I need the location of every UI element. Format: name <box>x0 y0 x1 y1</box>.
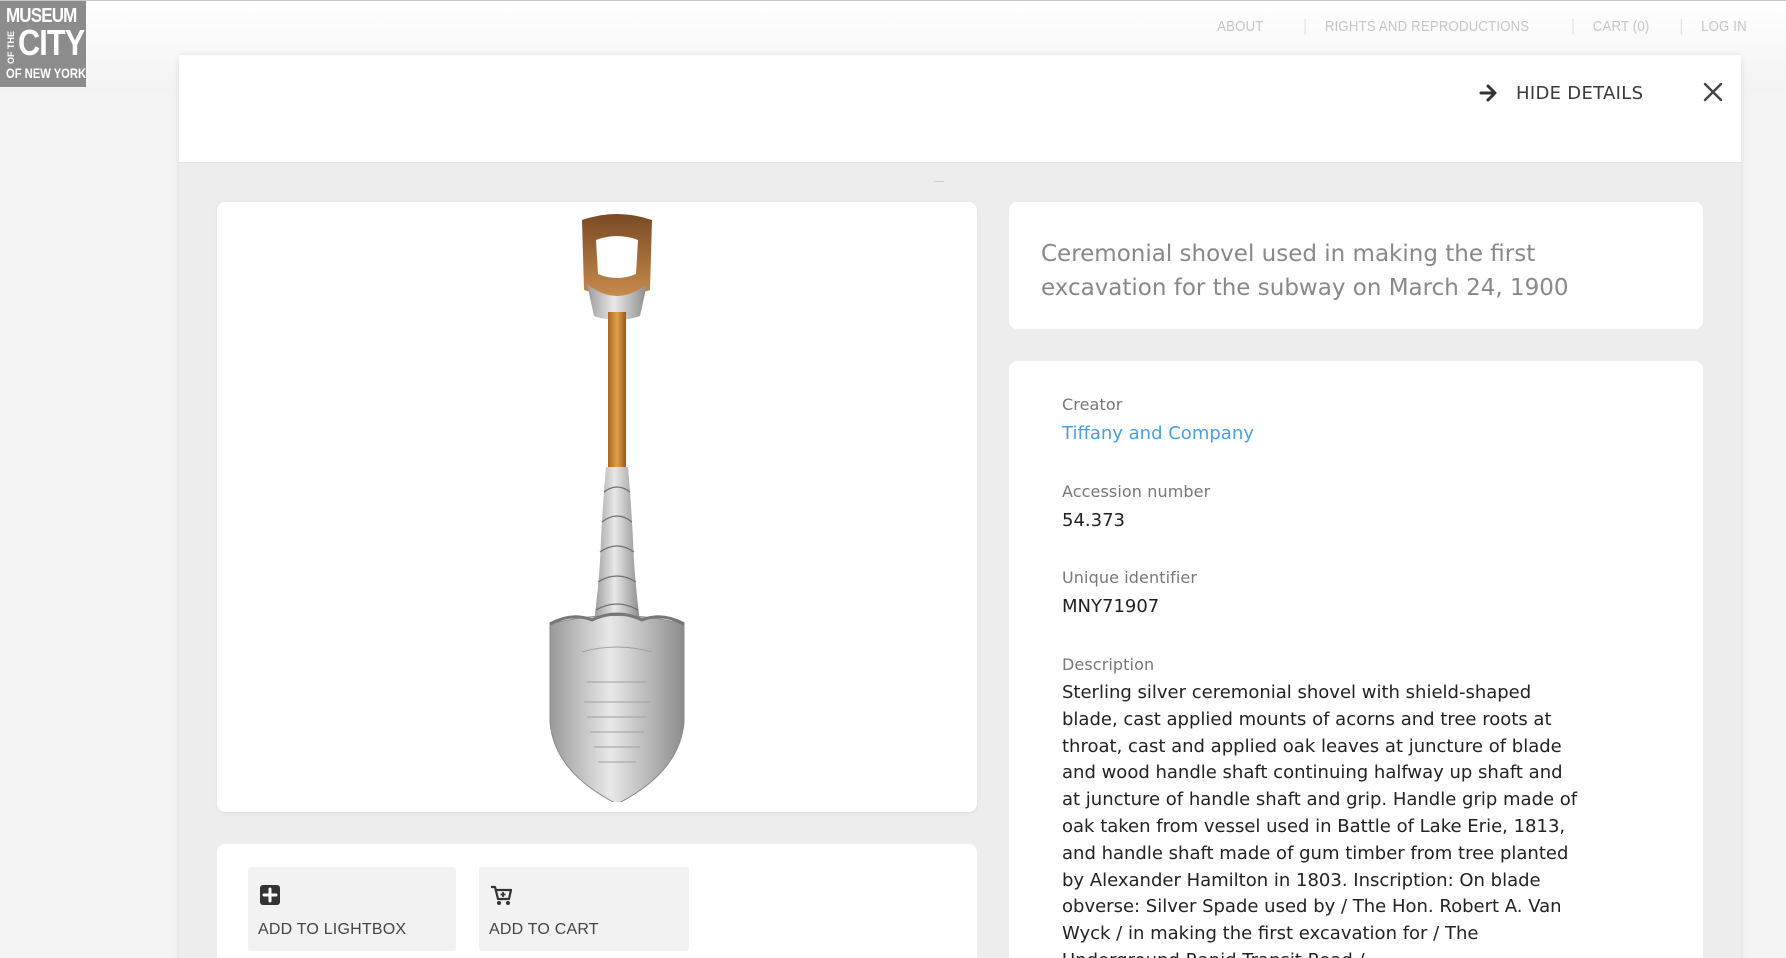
image-panel <box>217 202 977 812</box>
museum-logo[interactable]: MUSEUM OF THE CITY OF NEW YORK <box>0 1 86 87</box>
close-button[interactable] <box>1696 75 1730 109</box>
top-navigation: ABOUT RIGHTS AND REPRODUCTIONS CART (0) … <box>1192 16 1772 38</box>
nav-login-link[interactable]: LOG IN <box>1680 19 1766 35</box>
identifier-value: MNY71907 <box>1062 596 1160 617</box>
add-to-cart-button[interactable]: ADD TO CART <box>479 867 689 951</box>
accession-label: Accession number <box>1062 482 1211 501</box>
nav-about-link[interactable]: ABOUT <box>1197 19 1282 35</box>
creator-link[interactable]: Tiffany and Company <box>1062 423 1254 444</box>
description-label: Description <box>1062 655 1155 674</box>
arrow-right-icon <box>1478 82 1500 104</box>
hide-details-label: HIDE DETAILS <box>1516 82 1644 104</box>
plus-square-icon <box>260 885 280 905</box>
description-field: Description Sterling silver ceremonial s… <box>1062 655 1582 958</box>
add-to-lightbox-label: ADD TO LIGHTBOX <box>258 921 407 938</box>
cart-icon <box>491 885 513 905</box>
close-icon <box>1703 82 1723 102</box>
logo-line-new-york: OF NEW YORK <box>6 65 86 81</box>
nav-rights-link[interactable]: RIGHTS AND REPRODUCTIONS <box>1304 19 1549 35</box>
modal-header: HIDE DETAILS <box>179 55 1741 163</box>
add-to-cart-label: ADD TO CART <box>489 921 599 938</box>
add-to-lightbox-button[interactable]: ADD TO LIGHTBOX <box>248 867 456 951</box>
logo-line-city: CITY <box>18 22 85 63</box>
accession-field: Accession number 54.373 <box>1062 482 1210 531</box>
hide-details-button[interactable]: HIDE DETAILS <box>1478 78 1643 108</box>
identifier-label: Unique identifier <box>1062 568 1198 587</box>
object-image[interactable] <box>542 212 692 802</box>
description-text: Sterling silver ceremonial shovel with s… <box>1062 682 1578 958</box>
detail-modal: HIDE DETAILS ADD TO LIGHTBOX ADD TO CART… <box>179 55 1741 958</box>
divider <box>934 181 944 182</box>
logo-line-of-the: OF THE <box>6 31 16 64</box>
accession-value: 54.373 <box>1062 510 1125 531</box>
title-panel: Ceremonial shovel used in making the fir… <box>1009 202 1703 329</box>
object-title: Ceremonial shovel used in making the fir… <box>1041 241 1569 301</box>
actions-panel: ADD TO LIGHTBOX ADD TO CART <box>217 844 977 958</box>
details-panel: Creator Tiffany and Company Accession nu… <box>1009 361 1703 958</box>
identifier-field: Unique identifier MNY71907 <box>1062 568 1197 617</box>
creator-label: Creator <box>1062 395 1123 414</box>
nav-cart-link[interactable]: CART (0) <box>1572 19 1668 35</box>
creator-field: Creator Tiffany and Company <box>1062 395 1254 444</box>
